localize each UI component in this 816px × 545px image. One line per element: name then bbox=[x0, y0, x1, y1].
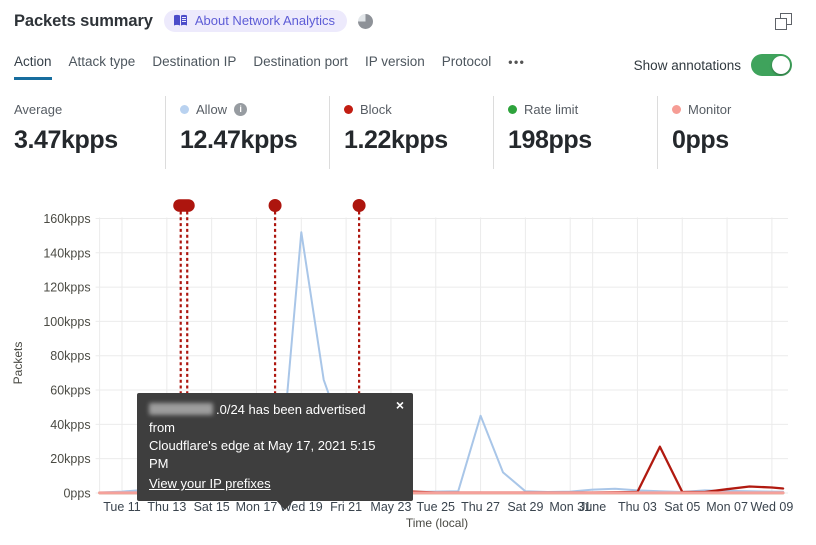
x-tick-label: May 23 bbox=[370, 500, 411, 514]
x-tick-label: Thu 03 bbox=[618, 500, 657, 514]
x-axis-title: Time (local) bbox=[406, 516, 468, 530]
annotation-marker-dot[interactable] bbox=[352, 199, 366, 212]
y-tick-label: 160kpps bbox=[43, 212, 90, 226]
x-tick-label: Wed 09 bbox=[750, 500, 793, 514]
y-tick-label: 80kpps bbox=[50, 349, 90, 363]
annotation-tooltip: × .0/24 has been advertised from Cloudfl… bbox=[137, 393, 413, 510]
y-tick-label: 120kpps bbox=[43, 281, 90, 295]
x-tick-label: Mon 07 bbox=[706, 500, 748, 514]
annotation-marker-pill[interactable] bbox=[173, 199, 195, 212]
y-tick-label: 40kpps bbox=[50, 418, 90, 432]
annotation-marker-dot[interactable] bbox=[268, 199, 282, 212]
tooltip-line2: Cloudflare's edge at May 17, 2021 5:15 P… bbox=[149, 438, 376, 471]
y-tick-label: 140kpps bbox=[43, 246, 90, 260]
x-tick-label: Tue 25 bbox=[417, 500, 456, 514]
tooltip-close-icon[interactable]: × bbox=[396, 396, 404, 414]
x-tick-label: Sat 29 bbox=[507, 500, 543, 514]
x-tick-label: Mon 17 bbox=[236, 500, 278, 514]
x-tick-label: Fri 21 bbox=[330, 500, 362, 514]
y-tick-label: 60kpps bbox=[50, 384, 90, 398]
x-tick-label: Sat 15 bbox=[194, 500, 230, 514]
y-axis-title: Packets bbox=[11, 342, 25, 385]
y-tick-label: 0pps bbox=[63, 487, 90, 501]
y-tick-label: 100kpps bbox=[43, 315, 90, 329]
redacted-ip-prefix bbox=[149, 403, 213, 415]
x-tick-label: Tue 11 bbox=[103, 500, 141, 514]
x-tick-label: June bbox=[579, 500, 606, 514]
tooltip-pointer bbox=[276, 500, 294, 510]
x-tick-label: Sat 05 bbox=[664, 500, 700, 514]
y-tick-label: 20kpps bbox=[50, 452, 90, 466]
x-tick-label: Thu 27 bbox=[461, 500, 500, 514]
tooltip-line1: .0/24 has been advertised from bbox=[149, 402, 366, 435]
view-ip-prefixes-link[interactable]: View your IP prefixes bbox=[149, 475, 271, 493]
x-tick-label: Thu 13 bbox=[147, 500, 186, 514]
